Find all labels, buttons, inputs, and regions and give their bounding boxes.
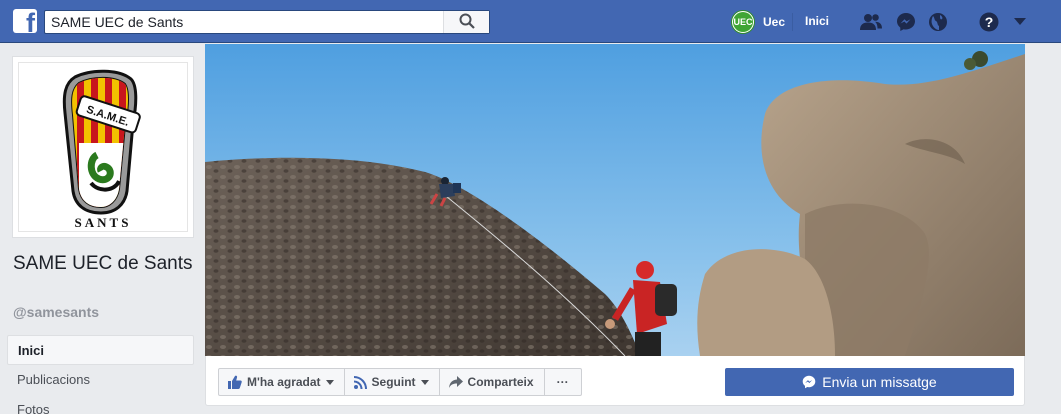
send-message-button[interactable]: Envia un missatge: [725, 368, 1014, 396]
send-message-label: Envia un missatge: [822, 374, 937, 390]
search-box: [44, 10, 490, 34]
svg-text:SANTS: SANTS: [75, 215, 132, 230]
top-navigation-bar: f UEC Uec Inici ?: [0, 0, 1061, 43]
more-options-button[interactable]: ···: [543, 368, 582, 396]
share-arrow-icon: [448, 376, 463, 388]
svg-text:UEC: UEC: [733, 17, 753, 27]
messenger-icon: [802, 375, 816, 389]
sidebar-item-publicacions[interactable]: Publicacions: [7, 365, 194, 395]
facebook-logo-icon[interactable]: f: [13, 9, 37, 33]
messenger-icon[interactable]: [895, 11, 917, 33]
thumbs-up-icon: [228, 375, 242, 389]
sidebar-item-inici[interactable]: Inici: [7, 335, 194, 365]
profile-name: Uec: [763, 15, 786, 29]
help-icon[interactable]: ?: [978, 11, 1000, 33]
svg-text:?: ?: [985, 14, 994, 30]
friends-icon[interactable]: [860, 11, 882, 33]
search-icon: [459, 13, 475, 32]
page-action-bar: M'ha agradat Seguint Comparteix ··· Envi…: [205, 356, 1025, 406]
page-username[interactable]: @samesants: [13, 304, 99, 320]
page-profile-picture[interactable]: S.A.M.E. SANTS: [12, 56, 194, 238]
caret-down-icon[interactable]: [1009, 11, 1031, 33]
share-button-label: Comparteix: [467, 375, 534, 389]
profile-link[interactable]: UEC Uec: [731, 10, 785, 34]
same-logo-image: S.A.M.E. SANTS: [62, 69, 141, 230]
page-sidebar-nav: Inici Publicacions Fotos: [7, 335, 194, 414]
like-button-label: M'ha agradat: [247, 375, 321, 389]
cover-photo[interactable]: [205, 44, 1025, 356]
more-options-icon: ···: [556, 375, 569, 389]
search-input[interactable]: [45, 11, 445, 33]
action-button-group: M'ha agradat Seguint Comparteix ···: [218, 368, 582, 396]
chevron-down-icon: [325, 379, 334, 385]
nav-divider: [792, 13, 793, 31]
search-button[interactable]: [443, 11, 489, 33]
follow-button-label: Seguint: [371, 375, 416, 389]
follow-button[interactable]: Seguint: [343, 368, 440, 396]
rss-icon: [353, 375, 367, 389]
sidebar-item-fotos[interactable]: Fotos: [7, 395, 194, 414]
avatar: UEC: [731, 10, 755, 34]
page-title: SAME UEC de Sants: [13, 253, 193, 274]
like-button[interactable]: M'ha agradat: [218, 368, 345, 396]
globe-icon[interactable]: [927, 11, 949, 33]
chevron-down-icon: [420, 379, 429, 385]
nav-home-link[interactable]: Inici: [805, 14, 829, 28]
share-button[interactable]: Comparteix: [438, 368, 545, 396]
